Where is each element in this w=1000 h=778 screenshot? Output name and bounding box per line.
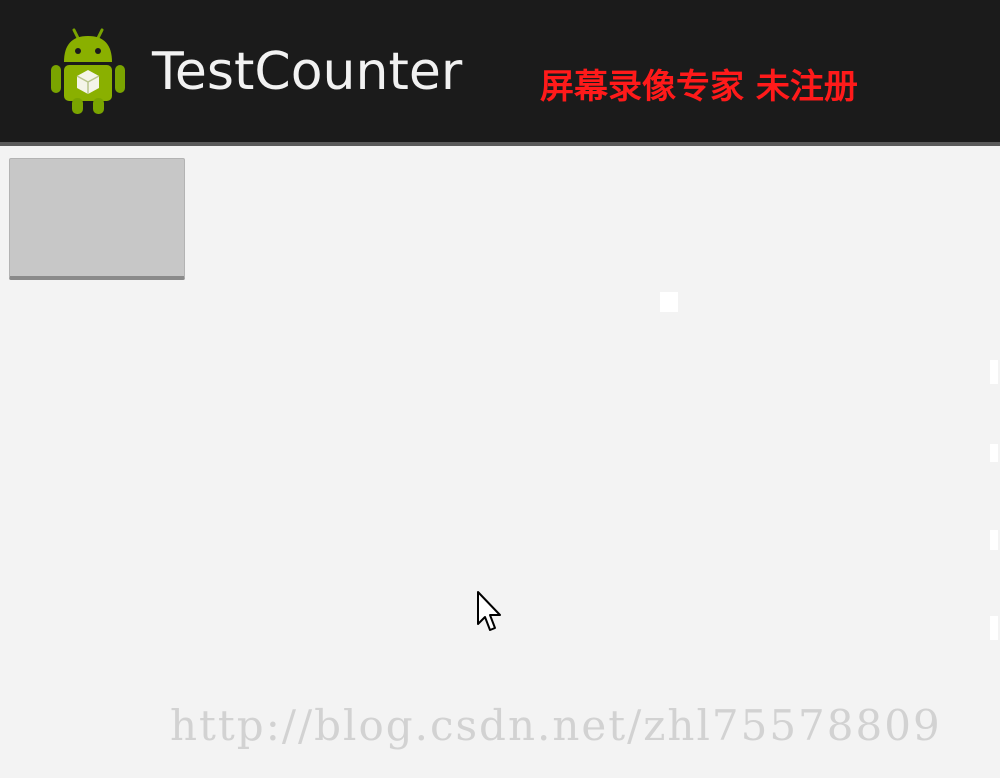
edge-artifact bbox=[990, 530, 998, 550]
android-icon[interactable] bbox=[46, 24, 130, 116]
edge-artifact bbox=[660, 292, 678, 312]
action-bar-divider bbox=[0, 142, 1000, 146]
counter-button[interactable] bbox=[9, 158, 185, 280]
recorder-watermark: 屏幕录像专家 未注册 bbox=[540, 67, 858, 107]
mouse-pointer-icon bbox=[477, 591, 501, 631]
url-watermark: http://blog.csdn.net/zhl75578809 bbox=[170, 701, 942, 750]
edge-artifact bbox=[990, 360, 998, 384]
edge-artifact bbox=[990, 616, 998, 640]
action-bar: TestCounter 屏幕录像专家 未注册 bbox=[0, 0, 1000, 142]
edge-artifact bbox=[990, 444, 998, 462]
app-title: TestCounter bbox=[152, 42, 463, 102]
